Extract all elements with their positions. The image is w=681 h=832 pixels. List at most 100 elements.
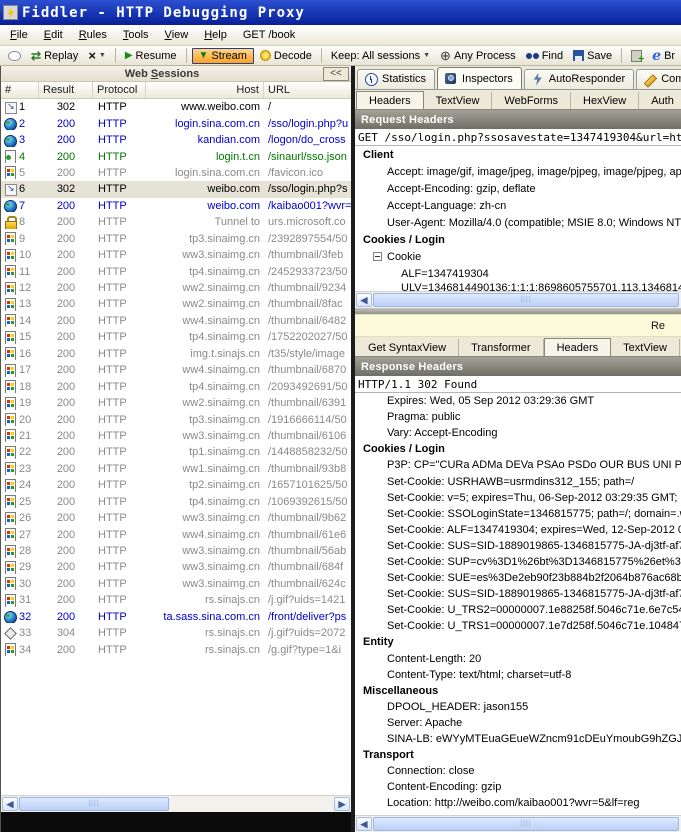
tab-comp[interactable]: Comp — [636, 69, 681, 89]
session-row[interactable]: 9200HTTPtp3.sinaimg.cn/2392897554/50 — [1, 231, 351, 247]
scroll-track[interactable] — [170, 797, 334, 811]
encoding-notify-bar[interactable]: Re — [355, 314, 681, 337]
session-row[interactable]: 31200HTTPrs.sinajs.cn/j.gif?uids=1421 — [1, 592, 351, 608]
remove-dropdown-caret[interactable]: ▼ — [99, 52, 106, 59]
request-tab-textview[interactable]: TextView — [424, 92, 493, 109]
header-line: Set-Cookie: SUS=SID-1889019865-134681577… — [355, 538, 681, 554]
column-header-url[interactable]: URL — [264, 82, 351, 98]
session-row[interactable]: 6302HTTPweibo.com/sso/login.php?s — [1, 181, 351, 197]
session-row[interactable]: 12200HTTPww2.sinaimg.cn/thumbnail/9234 — [1, 280, 351, 296]
scroll-left-arrow[interactable]: ◀ — [356, 293, 372, 307]
session-row[interactable]: 13200HTTPww2.sinaimg.cn/thumbnail/8fac — [1, 296, 351, 312]
session-row[interactable]: 1302HTTPwww.weibo.com/ — [1, 99, 351, 115]
tab-autoresponder[interactable]: AutoResponder — [524, 69, 634, 89]
keep-sessions-dropdown[interactable]: Keep: All sessions▼ — [327, 49, 434, 63]
script-icon — [4, 150, 17, 163]
comment-button[interactable] — [4, 50, 25, 62]
session-row[interactable]: 7200HTTPweibo.com/kaibao001?wvr= — [1, 198, 351, 214]
main-tab-strip: StatisticsInspectorsAutoResponderComp — [355, 66, 681, 90]
session-row[interactable]: 5200HTTPlogin.sina.com.cn/favicon.ico — [1, 165, 351, 181]
session-row[interactable]: 25200HTTPtp4.sinaimg.cn/1069392615/50 — [1, 494, 351, 510]
scroll-thumb[interactable] — [373, 817, 679, 831]
sessions-horizontal-scrollbar[interactable]: ◀ ▶ — [1, 795, 351, 812]
session-row[interactable]: 16200HTTPimg.t.sinajs.cn/t35/style/image — [1, 346, 351, 362]
menu-item-tools[interactable]: Tools — [115, 26, 157, 44]
replay-button[interactable]: ⇄Replay — [27, 48, 82, 64]
session-number: 32 — [19, 611, 31, 623]
collapse-panel-button[interactable]: << — [323, 67, 349, 81]
response-tab-textview[interactable]: TextView — [611, 339, 680, 356]
scroll-thumb[interactable] — [19, 797, 169, 811]
session-row[interactable]: 33304HTTPrs.sinajs.cn/j.gif?uids=2072 — [1, 625, 351, 641]
session-row[interactable]: 29200HTTPww3.sinaimg.cn/thumbnail/684f — [1, 559, 351, 575]
cookie-tree-node[interactable]: Cookie — [355, 248, 681, 265]
menu-item-rules[interactable]: Rules — [71, 26, 115, 44]
request-tab-headers[interactable]: Headers — [356, 91, 424, 110]
toolbar-separator — [621, 48, 622, 63]
sessions-column-headers: #ResultProtocolHostURL — [1, 82, 351, 99]
column-header-result[interactable]: Result — [39, 82, 93, 98]
session-row[interactable]: 28200HTTPww3.sinaimg.cn/thumbnail/56ab — [1, 543, 351, 559]
session-row[interactable]: 2200HTTPlogin.sina.com.cn/sso/login.php?… — [1, 115, 351, 131]
scroll-thumb[interactable] — [373, 293, 679, 307]
session-row[interactable]: 34200HTTPrs.sinajs.cn/g.gif?type=1&i — [1, 641, 351, 657]
save-button[interactable]: Save — [569, 49, 616, 63]
response-horizontal-scrollbar[interactable]: ◀ — [355, 815, 681, 832]
response-tab-get-syntaxview[interactable]: Get SyntaxView — [356, 339, 459, 356]
session-row[interactable]: 23200HTTPww1.sinaimg.cn/thumbnail/93b8 — [1, 461, 351, 477]
collapse-expander-icon[interactable] — [373, 252, 382, 261]
session-row[interactable]: 15200HTTPtp4.sinaimg.cn/1752202027/50 — [1, 329, 351, 345]
screenshot-button[interactable] — [627, 49, 646, 63]
menu-item-help[interactable]: Help — [196, 26, 235, 44]
session-row[interactable]: 30200HTTPww3.sinaimg.cn/thumbnail/624c — [1, 576, 351, 592]
decode-toggle-button[interactable]: Decode — [256, 49, 316, 63]
session-row[interactable]: 20200HTTPtp3.sinaimg.cn/1916666114/50 — [1, 411, 351, 427]
session-row[interactable]: 19200HTTPww2.sinaimg.cn/thumbnail/6391 — [1, 395, 351, 411]
request-tab-webforms[interactable]: WebForms — [492, 92, 571, 109]
session-protocol: HTTP — [93, 183, 146, 195]
response-tab-transformer[interactable]: Transformer — [459, 339, 544, 356]
scroll-left-arrow[interactable]: ◀ — [2, 797, 18, 811]
session-row[interactable]: 3200HTTPkandian.com/logon/do_cross — [1, 132, 351, 148]
find-button[interactable]: Find — [522, 49, 567, 63]
column-header-host[interactable]: Host — [146, 82, 264, 98]
menu-item-get-book[interactable]: GET /book — [235, 26, 303, 44]
session-url: /logon/do_cross — [264, 134, 351, 146]
remove-sessions-button[interactable]: ×▼ — [84, 47, 110, 64]
session-row[interactable]: 27200HTTPww4.sinaimg.cn/thumbnail/61e6 — [1, 526, 351, 542]
session-row[interactable]: 14200HTTPww4.sinaimg.cn/thumbnail/6482 — [1, 313, 351, 329]
menu-item-view[interactable]: View — [157, 26, 197, 44]
globe-icon — [4, 117, 17, 130]
menu-item-file[interactable]: File — [2, 26, 36, 44]
session-row[interactable]: 10200HTTPww3.sinaimg.cn/thumbnail/3feb — [1, 247, 351, 263]
session-row[interactable]: 4200HTTPlogin.t.cn/sinaurl/sso.json — [1, 148, 351, 164]
session-row[interactable]: 22200HTTPtp1.sinaimg.cn/1448858232/50 — [1, 444, 351, 460]
request-tab-auth[interactable]: Auth — [639, 92, 681, 109]
session-row[interactable]: 8200HTTPTunnel tours.microsoft.co — [1, 214, 351, 230]
request-tab-hexview[interactable]: HexView — [571, 92, 639, 109]
image-icon — [4, 249, 17, 262]
session-url: /2093492691/50 — [264, 381, 351, 393]
menu-item-edit[interactable]: Edit — [36, 26, 71, 44]
session-result: 200 — [39, 298, 93, 310]
scroll-left-arrow[interactable]: ◀ — [356, 817, 372, 831]
session-row[interactable]: 18200HTTPtp4.sinaimg.cn/2093492691/50 — [1, 378, 351, 394]
session-row[interactable]: 11200HTTPtp4.sinaimg.cn/2452933723/50 — [1, 263, 351, 279]
column-header-number[interactable]: # — [1, 82, 39, 98]
stream-toggle-button[interactable]: ▼Stream — [192, 48, 254, 64]
resume-button[interactable]: ▶Resume — [121, 49, 181, 63]
scroll-right-arrow[interactable]: ▶ — [334, 797, 350, 811]
session-row[interactable]: 21200HTTPww3.sinaimg.cn/thumbnail/6106 — [1, 428, 351, 444]
browse-button[interactable]: eBr — [648, 49, 679, 63]
response-tab-headers[interactable]: Headers — [544, 338, 612, 357]
tab-statistics[interactable]: Statistics — [357, 69, 435, 89]
tab-inspectors[interactable]: Inspectors — [437, 67, 522, 90]
session-row[interactable]: 24200HTTPtp2.sinaimg.cn/1657101625/50 — [1, 477, 351, 493]
session-protocol: HTTP — [93, 496, 146, 508]
session-row[interactable]: 32200HTTPta.sass.sina.com.cn/front/deliv… — [1, 609, 351, 625]
request-horizontal-scrollbar[interactable]: ◀ — [355, 291, 681, 308]
session-row[interactable]: 26200HTTPww3.sinaimg.cn/thumbnail/9b62 — [1, 510, 351, 526]
session-row[interactable]: 17200HTTPww4.sinaimg.cn/thumbnail/6870 — [1, 362, 351, 378]
column-header-protocol[interactable]: Protocol — [93, 82, 146, 98]
any-process-button[interactable]: ⊕Any Process — [436, 49, 520, 63]
